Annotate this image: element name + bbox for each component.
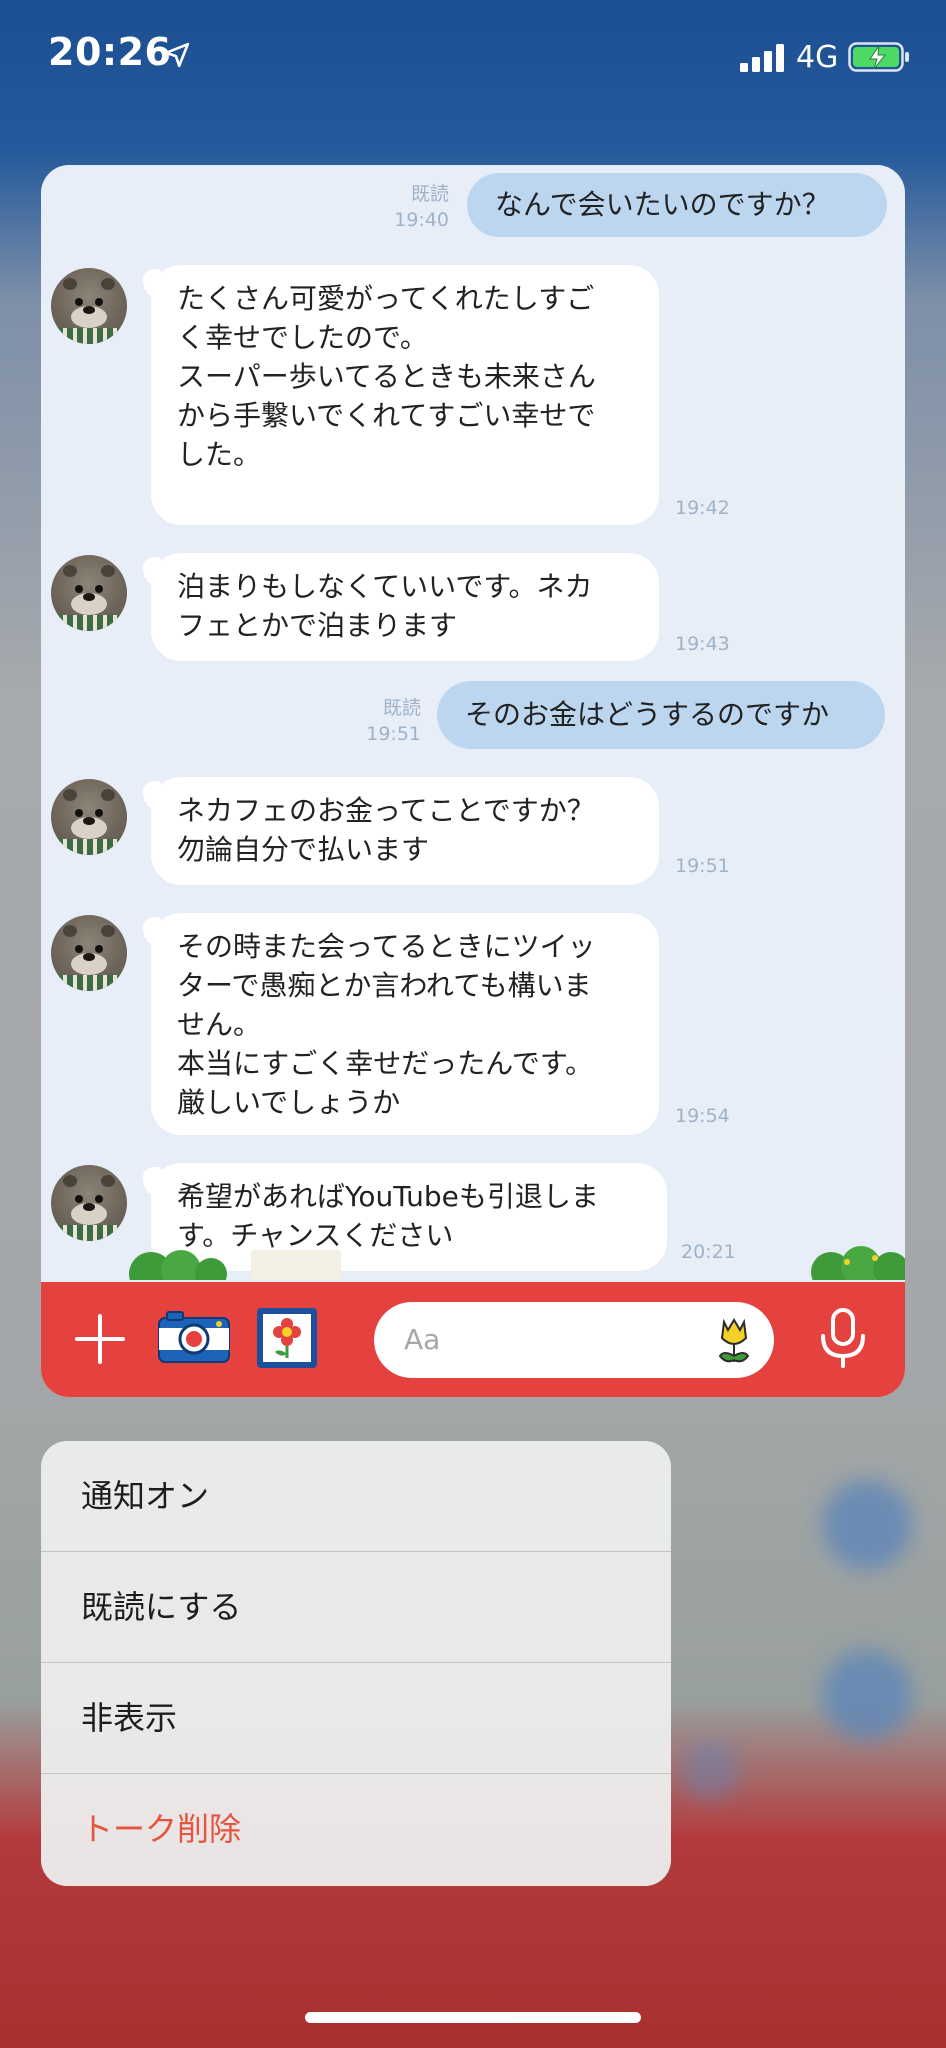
message-time: 19:51 <box>366 723 421 745</box>
emoji-icon[interactable] <box>712 1316 756 1366</box>
contact-avatar[interactable] <box>51 268 127 344</box>
location-arrow-icon <box>164 42 190 68</box>
incoming-message-bubble[interactable]: 泊まりもしなくていいです。ネカ フェとかで泊まります <box>151 553 659 661</box>
read-receipt: 既読 <box>382 697 421 719</box>
background-blur <box>822 1480 912 1570</box>
status-bar: 20:26 4G <box>0 0 946 110</box>
battery-charging-icon <box>848 42 909 72</box>
message-time: 19:40 <box>394 209 449 231</box>
message-text-field[interactable]: Aa <box>374 1302 774 1378</box>
message-meta: 既読 19:40 <box>371 181 449 233</box>
message-time: 19:54 <box>675 1105 730 1127</box>
plus-icon[interactable] <box>73 1312 127 1366</box>
message-time: 19:51 <box>675 855 730 877</box>
contact-avatar[interactable] <box>51 555 127 631</box>
menu-item-delete-chat[interactable]: トーク削除 <box>41 1774 671 1885</box>
contact-avatar[interactable] <box>51 915 127 991</box>
message-placeholder: Aa <box>404 1323 441 1356</box>
chat-preview-card[interactable]: 既読 19:40 なんで会いたいのですか？ たくさん可愛がってくれたしすご く幸… <box>41 165 905 1397</box>
menu-item-mark-as-read[interactable]: 既読にする <box>41 1552 671 1663</box>
contact-avatar[interactable] <box>51 779 127 855</box>
status-time: 20:26 <box>48 30 172 74</box>
microphone-icon[interactable] <box>817 1308 869 1368</box>
outgoing-message-bubble[interactable]: そのお金はどうするのですか <box>437 681 885 749</box>
context-menu: 通知オン 既読にする 非表示 トーク削除 <box>41 1441 671 1886</box>
outgoing-message-bubble[interactable]: なんで会いたいのですか？ <box>467 173 887 237</box>
read-receipt: 既読 <box>410 183 449 205</box>
home-indicator[interactable] <box>305 2012 641 2023</box>
message-time: 19:42 <box>675 497 730 519</box>
background-blur <box>680 1740 740 1800</box>
signal-bars-icon <box>740 44 784 72</box>
incoming-message-bubble[interactable]: たくさん可愛がってくれたしすご く幸せでしたので。 スーパー歩いてるときも未来さ… <box>151 265 659 525</box>
menu-item-hide[interactable]: 非表示 <box>41 1663 671 1774</box>
incoming-message-bubble[interactable]: ネカフェのお金ってことですか？ 勿論自分で払います <box>151 777 659 885</box>
wallpaper-scenery <box>129 1246 905 1280</box>
background-blur <box>822 1650 912 1740</box>
contact-avatar[interactable] <box>51 1165 127 1241</box>
message-input-bar: Aa <box>41 1282 905 1397</box>
incoming-message-bubble[interactable]: その時また会ってるときにツイッ ターで愚痴とか言われても構いま せん。 本当にす… <box>151 913 659 1135</box>
message-time: 19:43 <box>675 633 730 655</box>
sticker-icon[interactable] <box>255 1306 319 1370</box>
camera-icon[interactable] <box>157 1308 231 1364</box>
menu-item-notifications-on[interactable]: 通知オン <box>41 1441 671 1552</box>
message-meta: 既読 19:51 <box>341 695 421 747</box>
network-type: 4G <box>796 40 839 75</box>
